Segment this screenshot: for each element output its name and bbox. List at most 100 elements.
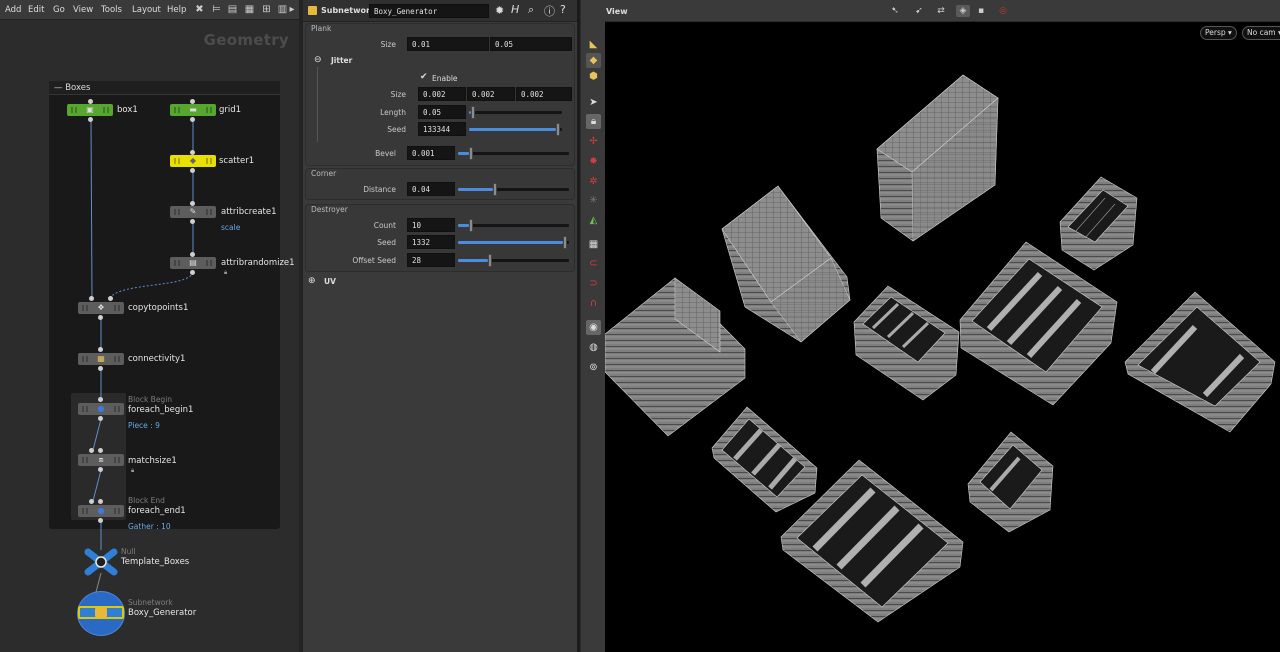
3d-viewport[interactable]: Persp ▾ No cam ▾ [605, 22, 1280, 652]
node-input-port[interactable] [190, 150, 195, 155]
jitter-seed-slider[interactable] [469, 123, 562, 136]
collapse-minus-icon[interactable]: ⊖ [314, 55, 322, 65]
slider-handle[interactable] [471, 106, 475, 119]
node-output-port[interactable] [98, 416, 103, 421]
node-boxy-generator[interactable] [78, 592, 124, 635]
node-scatter1[interactable]: ◆ [170, 155, 216, 167]
node-foreach-begin1[interactable]: ● [78, 403, 124, 415]
node-output-port[interactable] [98, 518, 103, 523]
display-option-icon[interactable]: ✳ [586, 193, 601, 208]
node-output-port[interactable] [98, 366, 103, 371]
visibility-icon[interactable]: ✸ [586, 154, 601, 169]
slider-handle[interactable] [469, 147, 473, 160]
node-input-port-right[interactable] [98, 448, 103, 453]
pointer-icon[interactable]: ➤ [586, 95, 601, 110]
question-icon[interactable]: ? [560, 3, 566, 16]
bevel-slider[interactable] [458, 147, 569, 160]
plank-size-y-field[interactable]: 0.05 [490, 37, 572, 51]
expand-plus-icon[interactable]: ⊕ [308, 276, 316, 286]
geometry-select-icon[interactable]: ◣ [586, 37, 601, 52]
help-h-icon[interactable]: H [511, 3, 519, 16]
snap-prim-icon[interactable]: ⊂ [586, 256, 601, 271]
node-foreach-end1[interactable]: ● [78, 505, 124, 517]
node-input-port-left[interactable] [89, 296, 94, 301]
slider-handle[interactable] [556, 123, 560, 136]
node-copytopoints1[interactable]: ❖ [78, 302, 124, 314]
node-input-port[interactable] [98, 397, 103, 402]
jitter-length-slider[interactable] [469, 106, 562, 119]
construction-plane-icon[interactable]: ◭ [586, 213, 601, 228]
node-output-port[interactable] [190, 117, 195, 122]
destroyer-count-slider[interactable] [458, 219, 569, 232]
node-badge-gather: Gather : 10 [128, 522, 171, 531]
ghost-icon[interactable]: ✲ [586, 174, 601, 189]
node-attribcreate1[interactable]: ✎ [170, 206, 216, 218]
node-output-port[interactable] [190, 270, 195, 275]
jitter-size-x-field[interactable]: 0.002 [418, 87, 466, 101]
node-input-port-right[interactable] [98, 499, 103, 504]
network-editor[interactable]: Add Edit Go View Tools Layout Help ✖ ⊨ ▤… [0, 0, 299, 652]
node-matchsize1[interactable]: ⧈ [78, 454, 124, 466]
lock-camera-icon[interactable]: 🔒︎ [586, 114, 601, 129]
slider-handle[interactable] [563, 236, 567, 249]
node-input-port[interactable] [88, 99, 93, 104]
jitter-seed-field[interactable]: 133344 [418, 122, 466, 136]
jitter-length-field[interactable]: 0.05 [418, 105, 466, 119]
destroyer-offset-seed-slider[interactable] [458, 254, 569, 267]
node-attribrandomize1[interactable]: ▤ [170, 257, 216, 269]
display-options-icon[interactable]: ◍ [586, 340, 601, 355]
snap-grid-icon[interactable]: ▦ [586, 237, 601, 252]
folder-title-uv[interactable]: UV [324, 277, 336, 286]
record-icon[interactable]: ◎ [996, 5, 1010, 17]
node-input-port-left[interactable] [89, 448, 94, 453]
node-output-port[interactable] [88, 117, 93, 122]
plank-size-x-field[interactable]: 0.01 [407, 37, 489, 51]
snapshot-icon[interactable]: ▪ [974, 5, 988, 17]
viewport-tab-label[interactable]: View [606, 7, 628, 16]
node-input-port-left[interactable] [89, 499, 94, 504]
node-box1[interactable]: ▣ [67, 104, 113, 116]
checkbox-checked-icon[interactable]: ✔ [420, 72, 428, 82]
slider-handle[interactable] [469, 219, 473, 232]
node-input-port[interactable] [190, 99, 195, 104]
render-region-icon[interactable]: ⊚ [586, 360, 601, 375]
jitter-size-z-field[interactable]: 0.002 [516, 87, 572, 101]
node-name-field[interactable]: Boxy_Generator [369, 4, 489, 18]
destroyer-seed-slider[interactable] [458, 236, 569, 249]
snap-magnet-icon[interactable]: ∩ [586, 296, 601, 311]
slider-handle[interactable] [488, 254, 492, 267]
corner-distance-field[interactable]: 0.04 [407, 182, 455, 196]
snap-point-icon[interactable]: ⊃ [586, 276, 601, 291]
slider-handle[interactable] [493, 183, 497, 196]
node-output-port[interactable] [98, 467, 103, 472]
node-output-port[interactable] [190, 219, 195, 224]
primitives-select-icon[interactable]: ⬢ [586, 69, 601, 84]
node-input-port-right[interactable] [108, 296, 113, 301]
search-icon[interactable]: ⌕ [528, 3, 534, 17]
info-icon[interactable]: ⓘ [544, 3, 555, 19]
camera-view-icon[interactable]: ◉ [586, 320, 601, 335]
destroyer-seed-field[interactable]: 1332 [407, 235, 455, 249]
select-tool-icon[interactable]: ➷ [888, 5, 902, 17]
node-input-port[interactable] [98, 347, 103, 352]
handle-tool-icon[interactable]: ◈ [956, 5, 970, 17]
node-input-port[interactable] [190, 252, 195, 257]
node-output-port[interactable] [98, 315, 103, 320]
destroyer-offset-seed-field[interactable]: 28 [407, 253, 455, 267]
wire-attribrandomize1-copy [109, 271, 194, 299]
destroyer-count-field[interactable]: 10 [407, 218, 455, 232]
jitter-size-y-field[interactable]: 0.002 [467, 87, 515, 101]
node-connectivity1[interactable]: ▦ [78, 353, 124, 365]
points-select-icon[interactable]: ◆ [586, 53, 601, 68]
transform-tool-icon[interactable]: ⇄ [934, 5, 948, 17]
node-template-boxes[interactable] [84, 548, 118, 576]
corner-distance-slider[interactable] [458, 183, 569, 196]
node-input-port[interactable] [190, 201, 195, 206]
pose-tool-icon[interactable]: ➹ [912, 5, 926, 17]
bevel-field[interactable]: 0.001 [407, 146, 455, 160]
parameter-pane: Subnetwork Boxy_Generator ✹ H ⌕ ⓘ ? Plan… [303, 0, 577, 652]
node-output-port[interactable] [190, 168, 195, 173]
magnet-icon[interactable]: ✢ [586, 134, 601, 149]
node-grid1[interactable]: ▬ [170, 104, 216, 116]
gear-icon[interactable]: ✹ [495, 4, 504, 17]
